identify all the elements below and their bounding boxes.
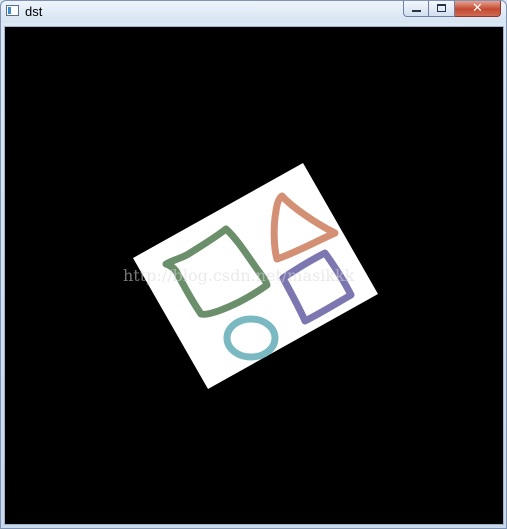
app-window-icon[interactable] <box>6 5 19 16</box>
title-bar[interactable]: dst ✕ <box>1 1 506 23</box>
minimize-icon <box>412 10 421 12</box>
image-display-area: http://blog.csdn.net/masikkk <box>4 26 504 525</box>
close-button[interactable]: ✕ <box>455 1 501 17</box>
maximize-button[interactable] <box>429 1 455 17</box>
app-window: dst ✕ http://blog.csdn.net/masikkk <box>0 0 507 529</box>
maximize-icon <box>437 4 446 12</box>
window-title: dst <box>25 4 43 19</box>
minimize-button[interactable] <box>403 1 429 17</box>
close-icon: ✕ <box>472 1 483 16</box>
watermark-text: http://blog.csdn.net/masikkk <box>123 266 355 285</box>
rotated-image: http://blog.csdn.net/masikkk <box>123 163 378 389</box>
caption-buttons: ✕ <box>403 1 501 18</box>
